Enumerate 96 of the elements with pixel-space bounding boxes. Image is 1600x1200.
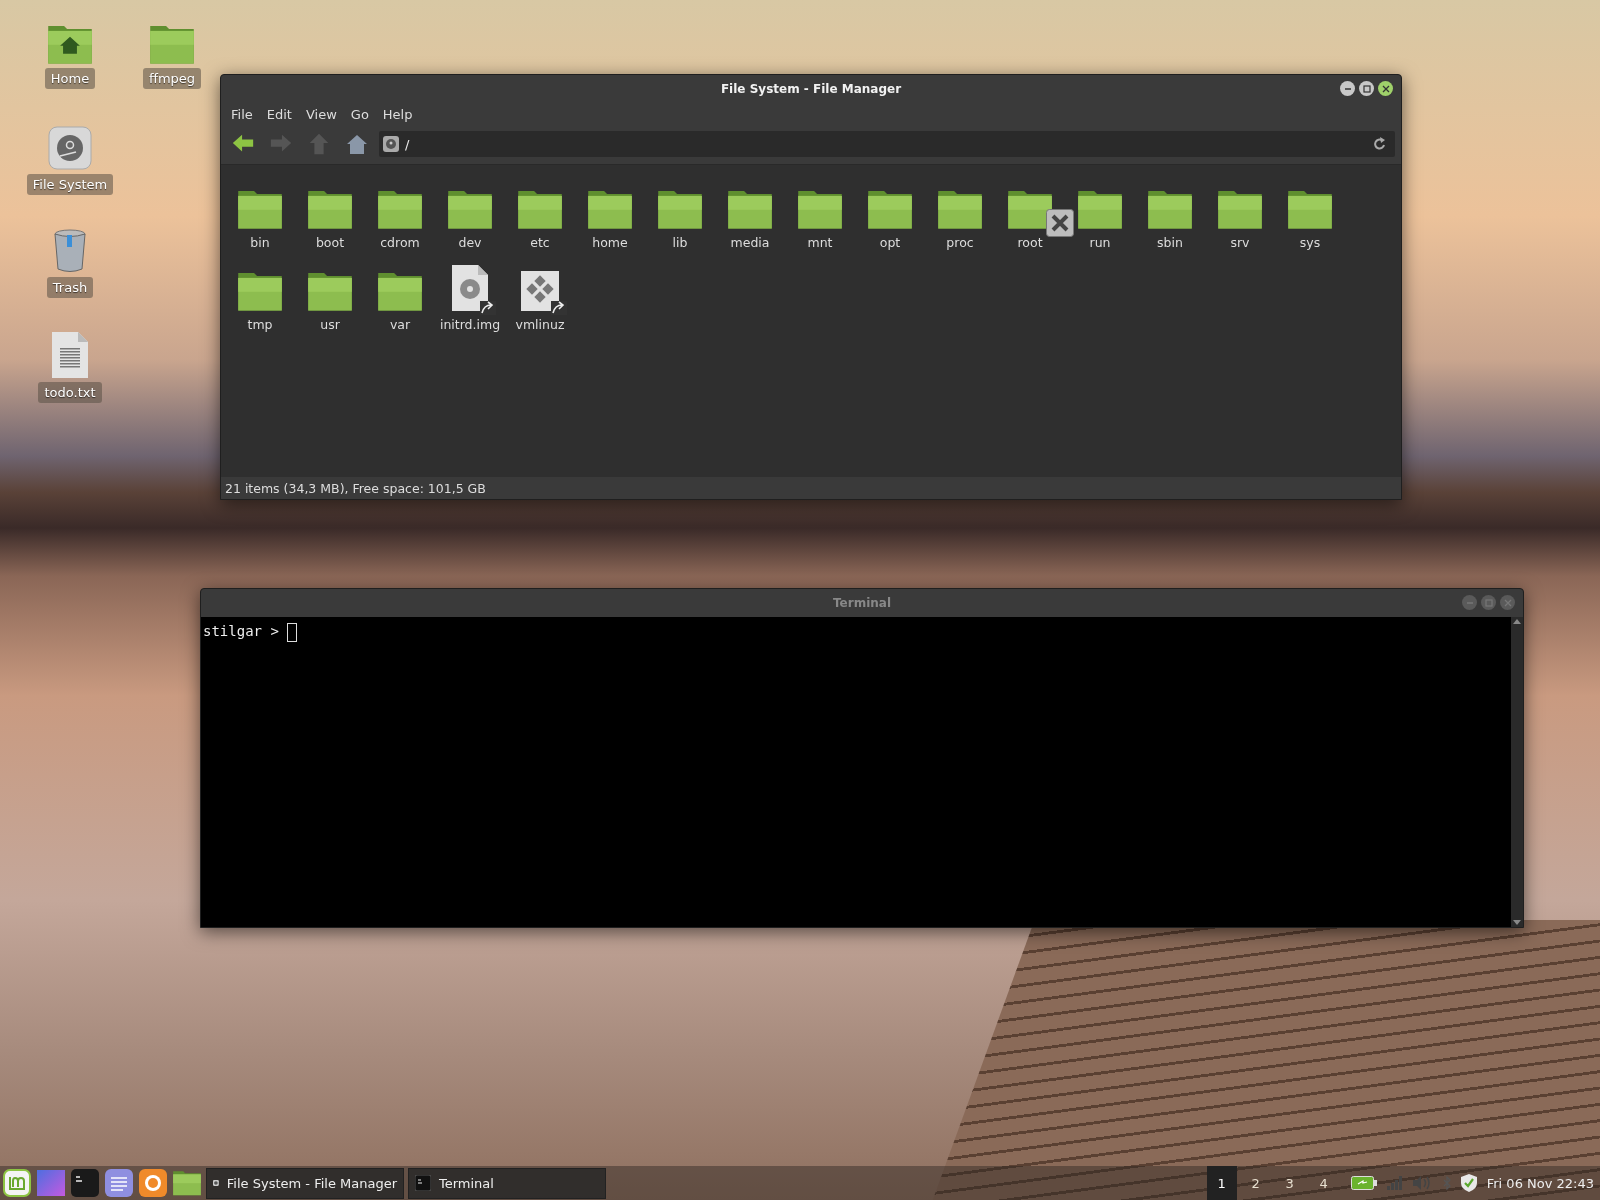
folder-icon (728, 189, 772, 229)
file-item-label[interactable]: opt (879, 235, 901, 250)
location-field[interactable]: / (379, 131, 1395, 157)
file-item-label[interactable]: cdrom (380, 235, 420, 250)
battery-icon[interactable] (1350, 1176, 1377, 1190)
folder-icon (1288, 189, 1332, 229)
clock[interactable]: Fri 06 Nov 22:43 (1486, 1175, 1598, 1191)
maximize-button[interactable] (1359, 81, 1374, 96)
folder-icon (868, 189, 912, 229)
close-button[interactable] (1378, 81, 1393, 96)
file-item-label[interactable]: usr (320, 317, 340, 332)
menu-item[interactable]: View (299, 105, 343, 124)
folder-icon (173, 1170, 201, 1196)
file-item-label[interactable]: initrd.img (439, 317, 501, 332)
scroll-up-arrow-icon (1513, 619, 1521, 624)
file-item-label[interactable]: sys (1299, 235, 1321, 250)
hard-drive-icon (383, 136, 399, 152)
text-editor-launcher[interactable] (104, 1168, 134, 1198)
file-item-label[interactable]: boot (315, 235, 345, 250)
file-item-label[interactable]: dev (458, 235, 482, 250)
text-cursor (286, 623, 297, 642)
file-item-label[interactable]: lib (672, 235, 688, 250)
files-launcher[interactable] (172, 1168, 202, 1198)
status-bar-text: 21 items (34,3 MB), Free space: 101,5 GB (225, 480, 486, 496)
hard-drive-icon (48, 126, 92, 170)
folder-icon (1148, 189, 1192, 229)
binary-file-icon (521, 271, 559, 311)
workspace-button[interactable]: 2 (1240, 1166, 1271, 1200)
file-item-label[interactable]: bin (250, 235, 270, 250)
taskbar-window-button[interactable]: Terminal (408, 1167, 606, 1199)
desktop-icon-label[interactable]: ffmpeg (142, 67, 202, 89)
file-item-label[interactable]: sbin (1157, 235, 1183, 250)
folder-icon (1078, 189, 1122, 229)
folder-icon (798, 189, 842, 229)
menu-item[interactable]: Help (376, 105, 419, 124)
close-icon (1381, 84, 1390, 93)
window-title: File System - File Manager (720, 82, 902, 96)
file-item-label[interactable]: media (730, 235, 770, 250)
disk-image-file-icon (452, 265, 488, 311)
file-item-label[interactable]: run (1089, 235, 1111, 250)
folder-icon (1218, 189, 1262, 229)
file-item-label[interactable]: mnt (807, 235, 833, 250)
scroll-down-arrow-icon (1513, 920, 1521, 925)
folder-icon (378, 189, 422, 229)
no-access-emblem-icon (1046, 209, 1074, 237)
menu-item[interactable]: Edit (260, 105, 298, 124)
folder-icon (308, 189, 352, 229)
workspace-button[interactable]: 1 (1206, 1166, 1237, 1200)
trash-can-icon (53, 229, 87, 273)
folder-icon (308, 271, 352, 311)
taskbar-window-button[interactable]: File System - File Manager (206, 1167, 404, 1199)
file-item-label[interactable]: var (389, 317, 411, 332)
folder-icon (1008, 189, 1052, 229)
window-title: Terminal (833, 596, 891, 610)
folder-icon (658, 189, 702, 229)
workspace-button[interactable]: 3 (1274, 1166, 1305, 1200)
desktop-icon-label[interactable]: Home (44, 67, 96, 89)
shell-prompt: stilgar > (203, 623, 279, 639)
shield-check-icon[interactable] (1460, 1174, 1477, 1192)
close-icon (1503, 598, 1512, 607)
folder-icon (378, 271, 422, 311)
minimize-button[interactable] (1340, 81, 1355, 96)
desktop-icon-label[interactable]: File System (26, 174, 114, 195)
folder-icon (938, 189, 982, 229)
square-icon (1484, 598, 1493, 607)
desktop-icon-label[interactable]: Trash (46, 277, 94, 298)
symlink-arrow-icon (551, 301, 567, 315)
text-file-icon (52, 332, 88, 378)
folder-icon (238, 271, 282, 311)
folder-icon (150, 24, 194, 64)
reload-icon[interactable] (1373, 137, 1387, 151)
file-item-label[interactable]: vmlinuz (515, 317, 565, 332)
home-folder-icon (48, 24, 92, 64)
file-item-label[interactable]: proc (946, 235, 974, 250)
folder-icon (588, 189, 632, 229)
file-item-label[interactable]: tmp (247, 317, 273, 332)
terminal-icon (71, 1169, 99, 1197)
square-icon (1362, 84, 1371, 93)
home-icon (346, 133, 368, 155)
workspace-button[interactable]: 4 (1308, 1166, 1339, 1200)
symlink-arrow-icon (480, 301, 496, 315)
text-lines-icon (105, 1169, 133, 1197)
desktop-icon-label[interactable]: todo.txt (38, 382, 102, 403)
desktop-icon (37, 1170, 65, 1196)
folder-icon (518, 189, 562, 229)
menu-item[interactable]: File (225, 105, 259, 124)
file-item-label[interactable]: srv (1230, 235, 1250, 250)
scrollbar[interactable] (1511, 617, 1523, 927)
folder-icon (238, 189, 282, 229)
file-item-label[interactable]: root (1017, 235, 1043, 250)
folder-icon (448, 189, 492, 229)
terminal-icon (415, 1175, 431, 1191)
terminal-launcher[interactable] (70, 1168, 100, 1198)
file-item-label[interactable]: home (592, 235, 628, 250)
file-item-label[interactable]: etc (530, 235, 550, 250)
menu-item[interactable]: Go (344, 105, 375, 124)
